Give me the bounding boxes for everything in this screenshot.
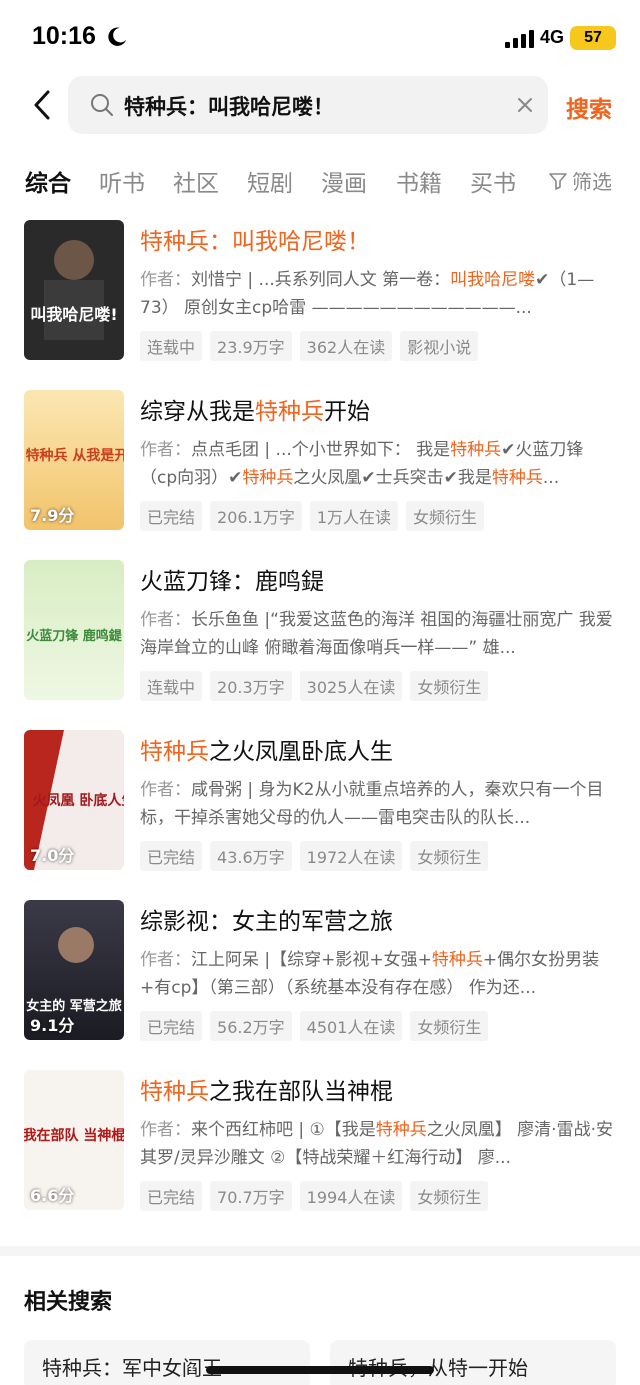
- moon-icon: [108, 27, 127, 46]
- readers-tag: 1994人在读: [299, 1181, 403, 1211]
- book-description: 作者：长乐鱼鱼 |“我爱这蓝色的海洋 祖国的海疆壮丽宽广 我爱海岸耸立的山峰 俯…: [140, 610, 613, 658]
- list-item[interactable]: 特种兵 从我是开始 7.9分 综穿从我是特种兵开始 作者：点点毛团 | ...个…: [0, 390, 640, 560]
- book-tags: 已完结 43.6万字 1972人在读 女频衍生: [140, 841, 489, 871]
- book-title[interactable]: 特种兵之我在部队当神棍: [140, 1072, 393, 1106]
- book-tags: 连载中 20.3万字 3025人在读 女频衍生: [140, 671, 489, 701]
- filter-icon: [549, 172, 567, 190]
- book-tags: 已完结 206.1万字 1万人在读 女频衍生: [140, 501, 485, 531]
- readers-tag: 1972人在读: [299, 841, 403, 871]
- tab-buy-books[interactable]: 买书: [470, 164, 516, 198]
- book-cover[interactable]: 女主的 军营之旅 9.1分: [24, 900, 124, 1040]
- book-description: 作者：咸骨粥 | 身为K2从小就重点培养的人，秦欢只有一个目标，干掉杀害她父母的…: [140, 780, 604, 828]
- tab-short-drama[interactable]: 短剧: [247, 164, 293, 198]
- search-input[interactable]: 特种兵：叫我哈尼喽！: [124, 91, 334, 121]
- list-item[interactable]: 火凤凰 卧底人生 7.0分 特种兵之火凤凰卧底人生 作者：咸骨粥 | 身为K2从…: [0, 730, 640, 900]
- cover-title: 火凤凰 卧底人生: [33, 792, 124, 809]
- wordcount-tag: 43.6万字: [210, 841, 292, 871]
- book-title[interactable]: 特种兵：叫我哈尼喽！: [140, 222, 370, 256]
- related-search-title: 相关搜索: [24, 1290, 113, 1315]
- readers-tag: 1万人在读: [309, 501, 399, 531]
- cover-title: 我在部队 当神棍: [24, 1127, 124, 1144]
- section-divider: [0, 1246, 640, 1256]
- book-score: 7.9分: [30, 506, 75, 525]
- readers-tag: 4501人在读: [299, 1011, 403, 1041]
- status-tag: 连载中: [140, 331, 203, 361]
- book-cover[interactable]: 叫我哈尼喽!: [24, 220, 124, 360]
- genre-tag: 女频衍生: [410, 1011, 489, 1041]
- readers-tag: 362人在读: [299, 331, 393, 361]
- status-bar: 10:16 4G 57: [0, 0, 640, 76]
- book-cover[interactable]: 特种兵 从我是开始 7.9分: [24, 390, 124, 530]
- signal-icon: [505, 30, 534, 48]
- status-tag: 已完结: [140, 841, 203, 871]
- result-list: 叫我哈尼喽! 特种兵：叫我哈尼喽！ 作者：刘惜宁 | ...兵系列同人文 第一卷…: [0, 220, 640, 1240]
- back-button[interactable]: [26, 88, 60, 122]
- wordcount-tag: 56.2万字: [210, 1011, 292, 1041]
- genre-tag: 女频衍生: [410, 841, 489, 871]
- status-tag: 已完结: [140, 501, 203, 531]
- genre-tag: 女频衍生: [410, 671, 489, 701]
- book-cover[interactable]: 火蓝刀锋 鹿鸣鍉: [24, 560, 124, 700]
- status-time: 10:16: [32, 22, 96, 50]
- book-tags: 已完结 70.7万字 1994人在读 女频衍生: [140, 1181, 489, 1211]
- clear-icon[interactable]: [514, 94, 536, 116]
- status-tag: 连载中: [140, 671, 203, 701]
- tab-overall[interactable]: 综合: [25, 164, 71, 198]
- search-button[interactable]: 搜索: [566, 90, 612, 124]
- network-label: 4G: [540, 27, 565, 47]
- readers-tag: 3025人在读: [299, 671, 403, 701]
- book-title[interactable]: 火蓝刀锋：鹿鸣鍉: [140, 562, 324, 596]
- book-score: 9.1分: [30, 1016, 75, 1035]
- book-description: 作者：江上阿呆 |【综穿+影视+女强+特种兵+偶尔女扮男装+有cp】（第三部）（…: [140, 950, 600, 998]
- book-cover[interactable]: 火凤凰 卧底人生 7.0分: [24, 730, 124, 870]
- related-search-item[interactable]: 特种兵：军中女阎王: [24, 1340, 310, 1385]
- filter-button[interactable]: 筛选: [548, 166, 612, 195]
- book-tags: 已完结 56.2万字 4501人在读 女频衍生: [140, 1011, 489, 1041]
- book-cover[interactable]: 我在部队 当神棍 6.6分: [24, 1070, 124, 1210]
- status-tag: 已完结: [140, 1181, 203, 1211]
- tab-comics[interactable]: 漫画: [321, 164, 367, 198]
- list-item[interactable]: 叫我哈尼喽! 特种兵：叫我哈尼喽！ 作者：刘惜宁 | ...兵系列同人文 第一卷…: [0, 220, 640, 390]
- cover-title: 火蓝刀锋 鹿鸣鍉: [26, 628, 123, 644]
- wordcount-tag: 23.9万字: [210, 331, 292, 361]
- cover-title: 叫我哈尼喽!: [30, 305, 117, 324]
- wordcount-tag: 20.3万字: [210, 671, 292, 701]
- genre-tag: 女频衍生: [406, 501, 485, 531]
- genre-tag: 影视小说: [400, 331, 479, 361]
- tab-audiobook[interactable]: 听书: [99, 164, 145, 198]
- cover-image: 叫我哈尼喽!: [24, 220, 124, 360]
- book-description: 作者：点点毛团 | ...个小世界如下： 我是特种兵✔火蓝刀锋（cp向羽）✔特种…: [140, 440, 584, 488]
- search-icon: [91, 94, 113, 116]
- book-title[interactable]: 综穿从我是特种兵开始: [140, 392, 370, 426]
- list-item[interactable]: 火蓝刀锋 鹿鸣鍉 火蓝刀锋：鹿鸣鍉 作者：长乐鱼鱼 |“我爱这蓝色的海洋 祖国的…: [0, 560, 640, 730]
- related-search-item[interactable]: 特种兵，从特一开始: [330, 1340, 616, 1385]
- book-title[interactable]: 综影视：女主的军营之旅: [140, 902, 393, 936]
- book-tags: 连载中 23.9万字 362人在读 影视小说: [140, 331, 479, 361]
- book-description: 作者：来个西红柿吧 | ①【我是特种兵之火凤凰】 廖清·雷战·安其罗/灵异沙雕文…: [140, 1120, 613, 1168]
- wordcount-tag: 70.7万字: [210, 1181, 292, 1211]
- category-tabs: 综合 听书 社区 短剧 漫画 书籍 买书 筛选: [0, 160, 640, 204]
- book-title[interactable]: 特种兵之火凤凰卧底人生: [140, 732, 393, 766]
- book-description: 作者：刘惜宁 | ...兵系列同人文 第一卷：叫我哈尼喽✔（1—73） 原创女主…: [140, 270, 595, 318]
- wordcount-tag: 206.1万字: [210, 501, 302, 531]
- book-score: 6.6分: [30, 1186, 75, 1205]
- search-box[interactable]: 特种兵：叫我哈尼喽！: [68, 76, 548, 134]
- home-indicator[interactable]: [206, 1366, 434, 1374]
- genre-tag: 女频衍生: [410, 1181, 489, 1211]
- cover-image: 火蓝刀锋 鹿鸣鍉: [24, 560, 124, 700]
- list-item[interactable]: 女主的 军营之旅 9.1分 综影视：女主的军营之旅 作者：江上阿呆 |【综穿+影…: [0, 900, 640, 1070]
- cover-title: 特种兵 从我是开始: [26, 447, 124, 464]
- list-item[interactable]: 我在部队 当神棍 6.6分 特种兵之我在部队当神棍 作者：来个西红柿吧 | ①【…: [0, 1070, 640, 1240]
- book-score: 7.0分: [30, 846, 75, 865]
- tab-community[interactable]: 社区: [173, 164, 219, 198]
- filter-label: 筛选: [572, 170, 612, 194]
- tab-books[interactable]: 书籍: [396, 164, 442, 198]
- status-tag: 已完结: [140, 1011, 203, 1041]
- battery-indicator: 57: [570, 26, 616, 50]
